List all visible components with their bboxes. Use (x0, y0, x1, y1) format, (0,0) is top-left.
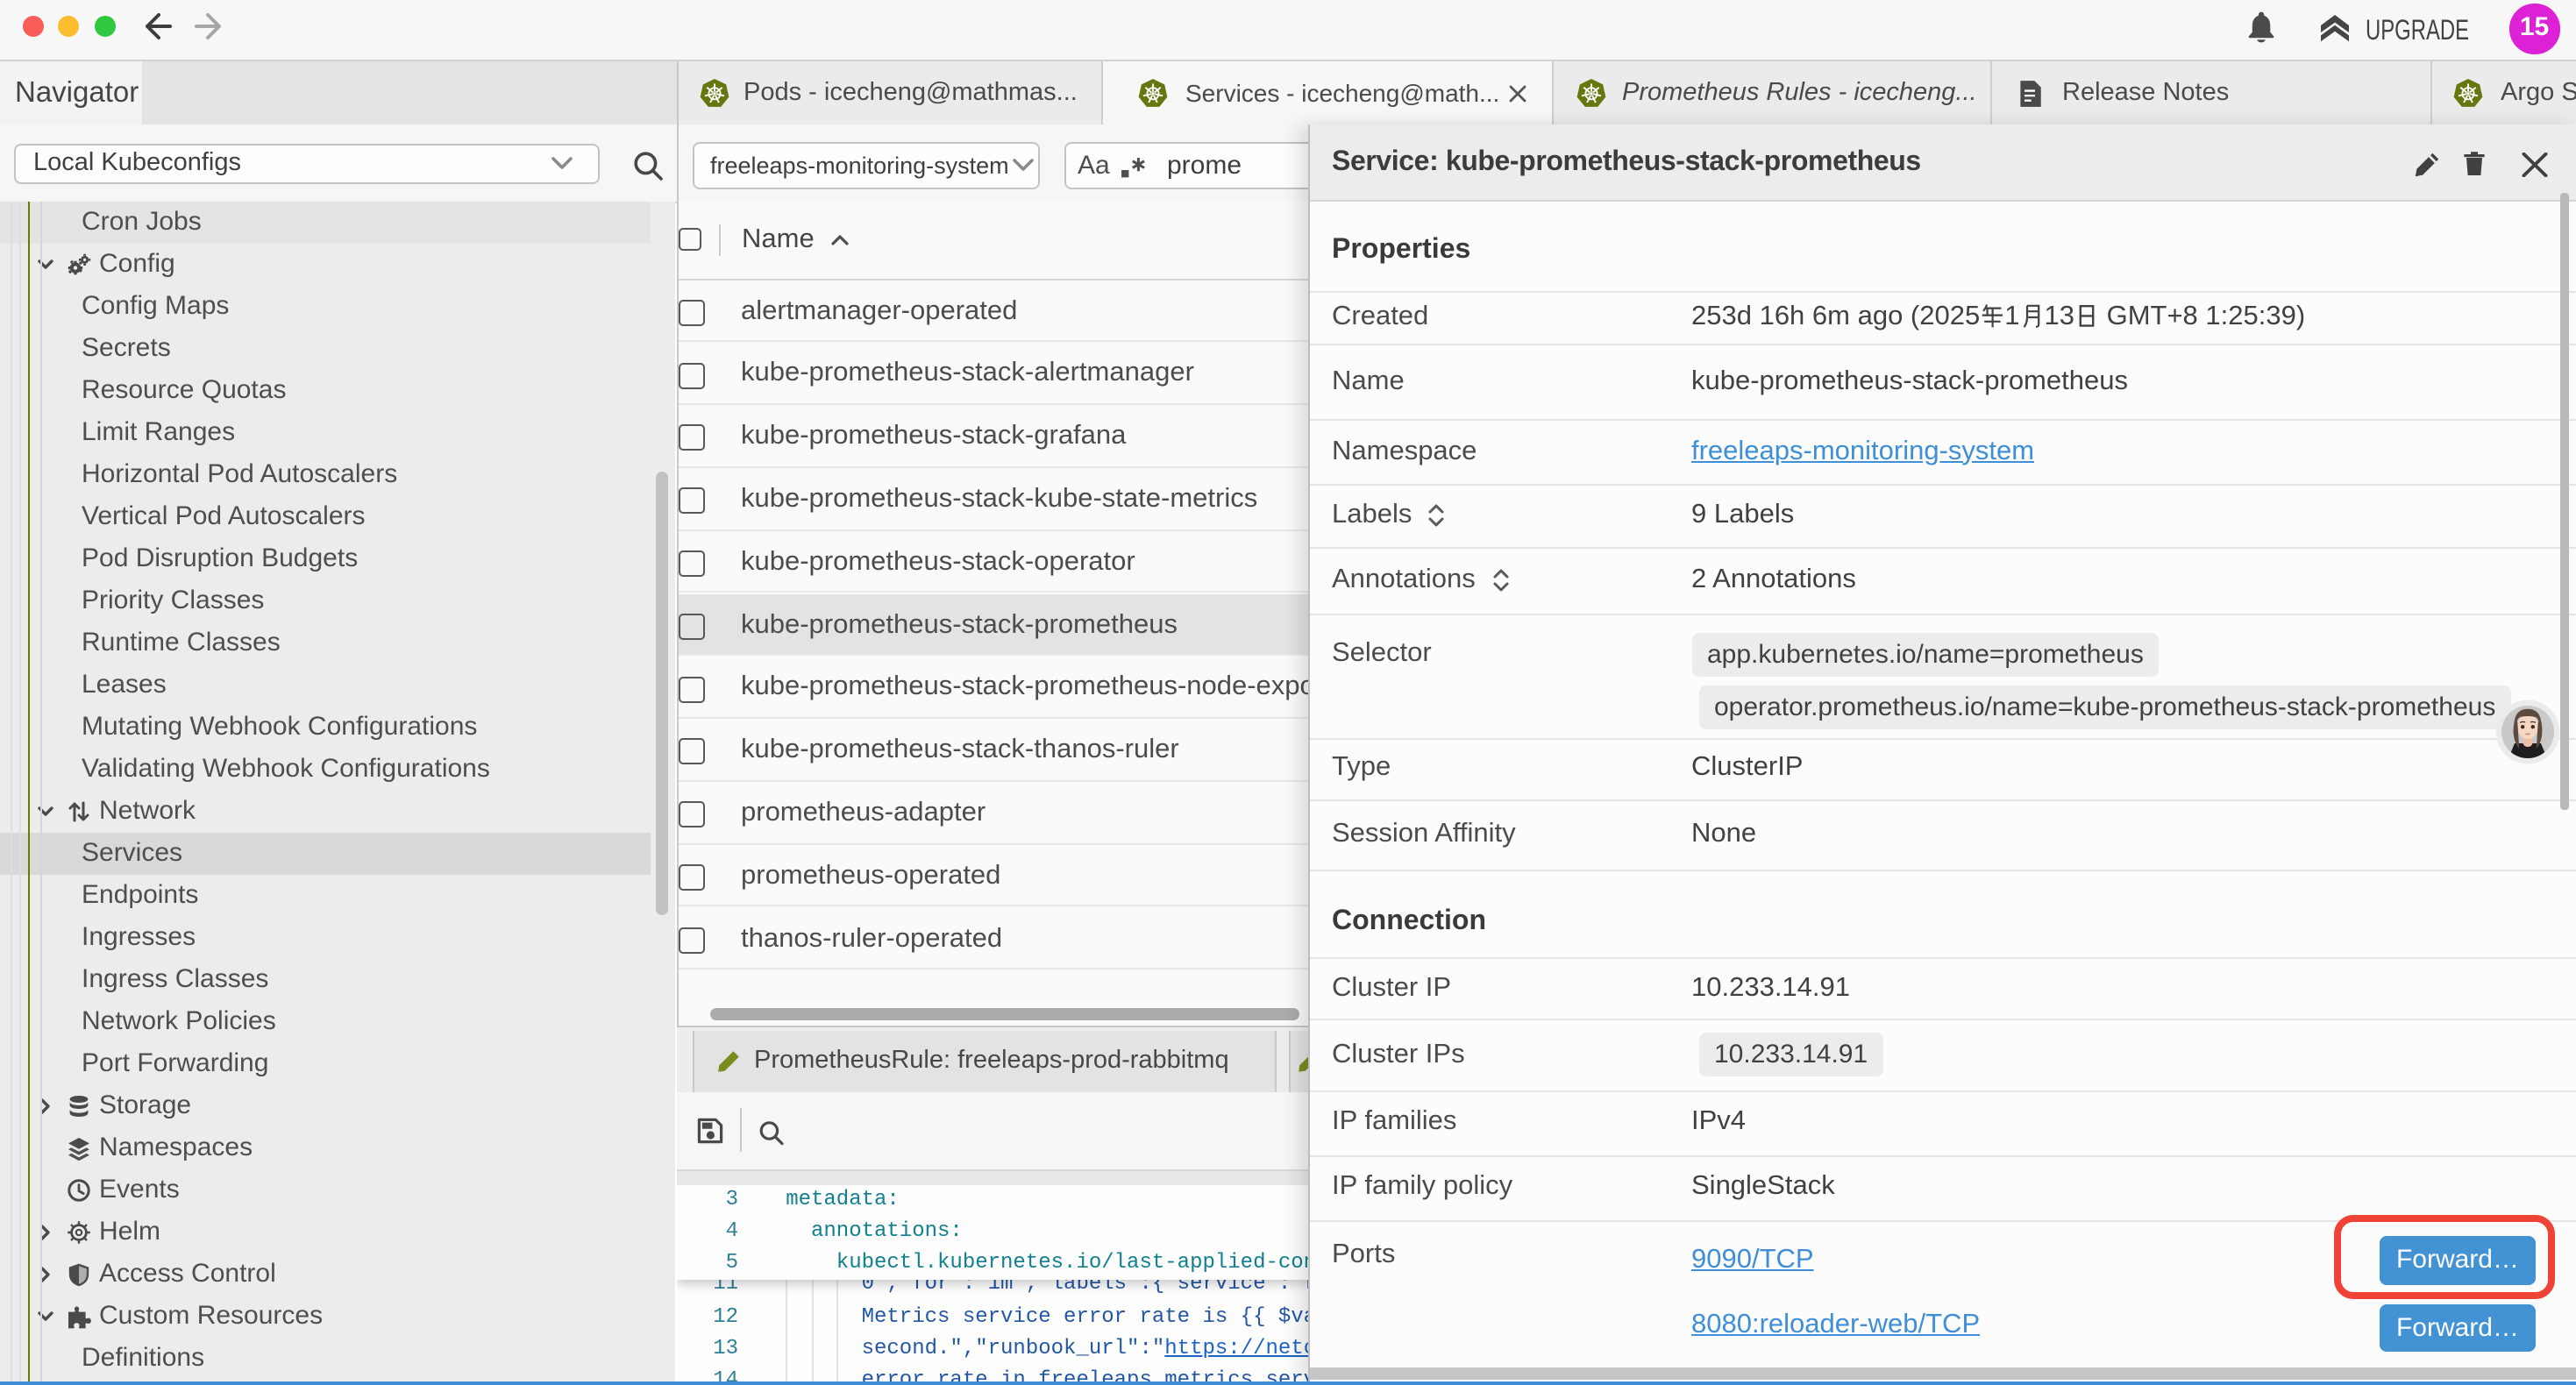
svg-text:UPGRADE: UPGRADE (2366, 14, 2469, 46)
